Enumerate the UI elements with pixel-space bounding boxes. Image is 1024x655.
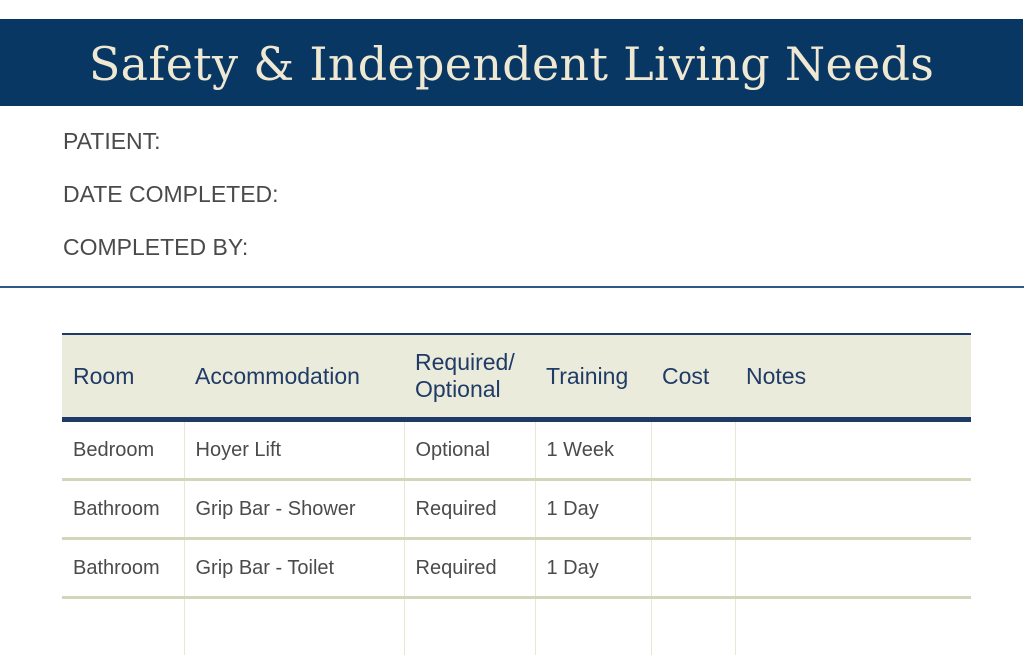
cell-training[interactable] [535, 598, 651, 655]
completed-by-label: COMPLETED BY: [63, 234, 248, 260]
table-row: Bathroom Grip Bar - Toilet Required 1 Da… [62, 539, 971, 598]
cell-room[interactable] [62, 598, 184, 655]
patient-label: PATIENT: [63, 128, 161, 154]
cell-training[interactable]: 1 Day [535, 480, 651, 539]
cell-accommodation[interactable]: Grip Bar - Shower [184, 480, 404, 539]
cell-accommodation[interactable]: Hoyer Lift [184, 420, 404, 480]
patient-info: PATIENT: DATE COMPLETED: COMPLETED BY: [63, 127, 279, 286]
table-row: Bathroom Grip Bar - Shower Required 1 Da… [62, 480, 971, 539]
needs-table: Room Accommodation Required/Optional Tra… [62, 333, 971, 655]
cell-training[interactable]: 1 Day [535, 539, 651, 598]
column-header-room: Room [62, 334, 184, 420]
section-divider [0, 286, 1024, 288]
cell-cost[interactable] [651, 480, 735, 539]
column-header-training: Training [535, 334, 651, 420]
cell-accommodation[interactable]: Grip Bar - Toilet [184, 539, 404, 598]
cell-cost[interactable] [651, 420, 735, 480]
cell-training[interactable]: 1 Week [535, 420, 651, 480]
date-completed-field: DATE COMPLETED: [63, 180, 279, 233]
cell-required-optional[interactable] [404, 598, 535, 655]
cell-notes[interactable] [735, 598, 971, 655]
cell-room[interactable]: Bathroom [62, 539, 184, 598]
column-header-required-optional: Required/Optional [404, 334, 535, 420]
cell-required-optional[interactable]: Required [404, 539, 535, 598]
column-header-cost: Cost [651, 334, 735, 420]
cell-notes[interactable] [735, 420, 971, 480]
completed-by-field: COMPLETED BY: [63, 233, 279, 286]
cell-room[interactable]: Bedroom [62, 420, 184, 480]
page-title: Safety & Independent Living Needs [89, 35, 934, 91]
column-header-accommodation: Accommodation [184, 334, 404, 420]
table-row: Bedroom Hoyer Lift Optional 1 Week [62, 420, 971, 480]
cell-required-optional[interactable]: Optional [404, 420, 535, 480]
column-header-notes: Notes [735, 334, 971, 420]
cell-notes[interactable] [735, 539, 971, 598]
needs-table-container: Room Accommodation Required/Optional Tra… [62, 333, 971, 655]
date-completed-label: DATE COMPLETED: [63, 181, 279, 207]
cell-required-optional[interactable]: Required [404, 480, 535, 539]
table-header-row: Room Accommodation Required/Optional Tra… [62, 334, 971, 420]
cell-cost[interactable] [651, 539, 735, 598]
title-banner: Safety & Independent Living Needs [0, 19, 1023, 106]
patient-field: PATIENT: [63, 127, 279, 180]
cell-notes[interactable] [735, 480, 971, 539]
cell-cost[interactable] [651, 598, 735, 655]
table-row [62, 598, 971, 655]
cell-room[interactable]: Bathroom [62, 480, 184, 539]
cell-accommodation[interactable] [184, 598, 404, 655]
